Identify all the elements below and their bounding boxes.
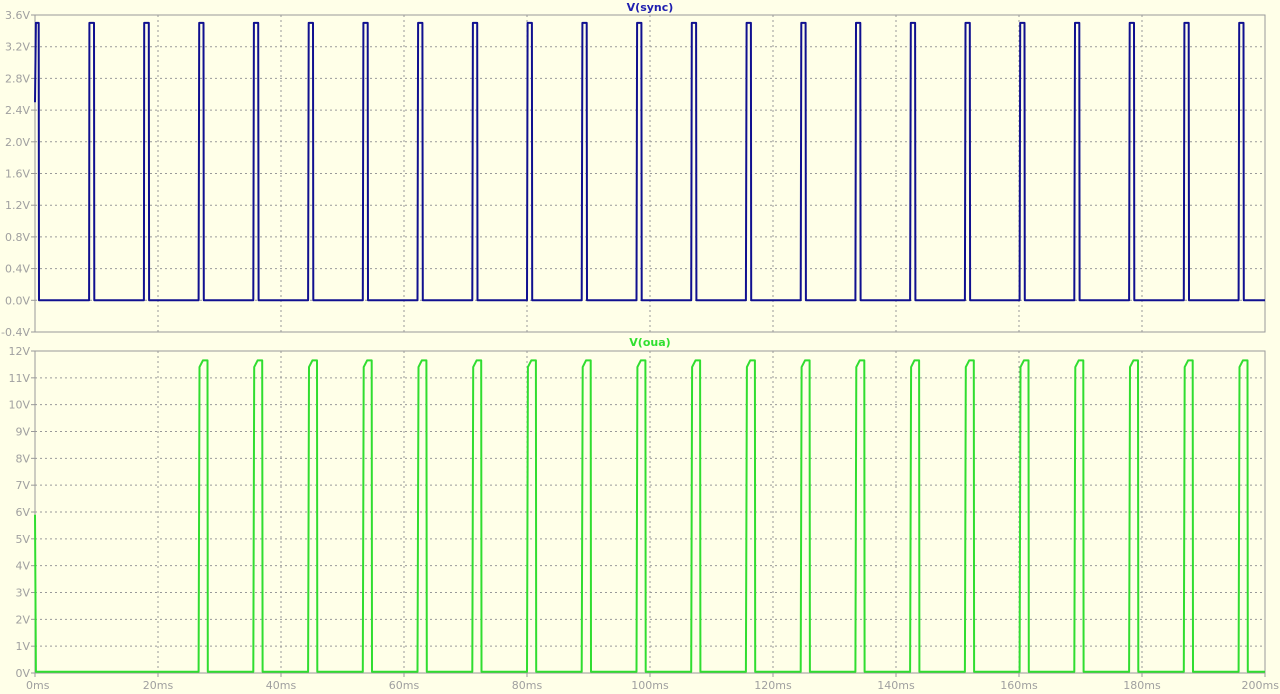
y-tick-label-oua: 1V xyxy=(15,640,30,653)
y-tick-label-oua: 12V xyxy=(8,345,30,358)
x-tick-label: 100ms xyxy=(631,679,669,692)
trace-title-oua[interactable]: V(oua) xyxy=(629,336,670,349)
y-tick-label-sync: 3.6V xyxy=(5,9,30,22)
y-tick-label-sync: 0.4V xyxy=(5,263,30,276)
y-tick-label-oua: 6V xyxy=(15,506,30,519)
y-tick-label-sync: 2.4V xyxy=(5,104,30,117)
x-tick-label: 0ms xyxy=(26,679,50,692)
x-tick-label: 120ms xyxy=(754,679,792,692)
trace-title-sync[interactable]: V(sync) xyxy=(627,1,674,14)
waveform-viewer: -0.4V 0.0V 0.4V 0.8V 1.2V 1.6V 2.0V 2.4V 2.8V 3.2… xyxy=(0,0,1280,694)
x-tick-label: 160ms xyxy=(1000,679,1038,692)
y-tick-label-oua: 11V xyxy=(8,372,30,385)
x-tick-label: 60ms xyxy=(389,679,420,692)
y-tick-label-oua: 2V xyxy=(15,613,30,626)
y-tick-label-sync: 3.2V xyxy=(5,41,30,54)
y-tick-label-oua: 8V xyxy=(15,452,30,465)
y-tick-label-sync: 0.0V xyxy=(5,294,30,307)
y-tick-label-oua: 4V xyxy=(15,560,30,573)
x-tick-label: 200ms xyxy=(1242,679,1280,692)
y-tick-label-sync: -0.4V xyxy=(1,326,30,339)
y-tick-label-oua: 5V xyxy=(15,533,30,546)
x-tick-label: 80ms xyxy=(512,679,543,692)
y-tick-label-oua: 10V xyxy=(8,399,30,412)
y-tick-label-oua: 9V xyxy=(15,426,30,439)
x-tick-label: 180ms xyxy=(1123,679,1161,692)
x-tick-label: 20ms xyxy=(143,679,174,692)
x-tick-label: 40ms xyxy=(266,679,297,692)
y-tick-label-oua: 7V xyxy=(15,479,30,492)
x-tick-label: 140ms xyxy=(877,679,915,692)
y-tick-label-sync: 2.0V xyxy=(5,136,30,149)
y-tick-label-sync: 2.8V xyxy=(5,72,30,85)
y-tick-label-sync: 1.6V xyxy=(5,168,30,181)
y-tick-label-sync: 0.8V xyxy=(5,231,30,244)
y-tick-label-oua: 3V xyxy=(15,587,30,600)
y-tick-label-sync: 1.2V xyxy=(5,199,30,212)
